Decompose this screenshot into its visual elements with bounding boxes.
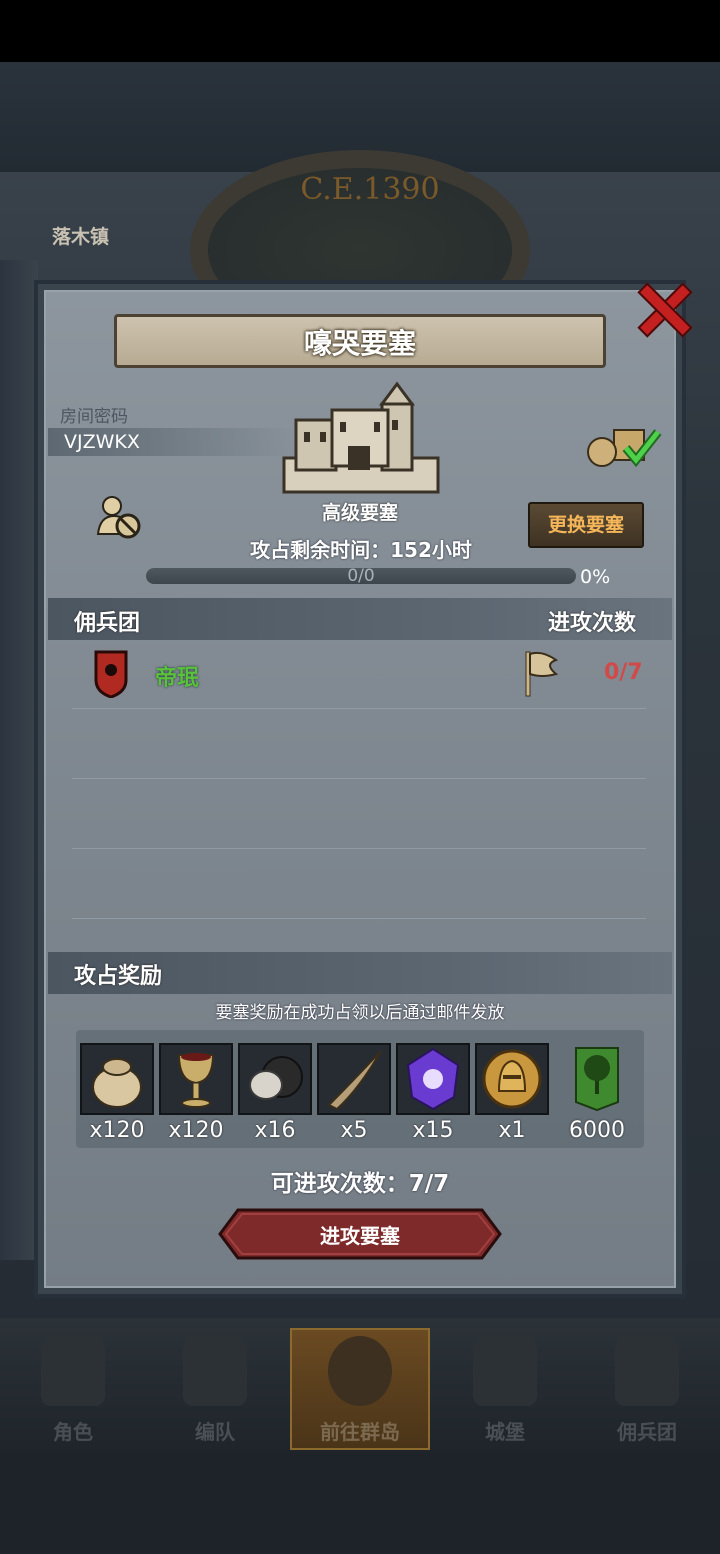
reward-quantity: x120 — [89, 1118, 145, 1143]
row-divider — [72, 918, 646, 919]
guild-attack-count: 0/7 — [604, 660, 643, 685]
reward-header: 攻占奖励 — [74, 964, 163, 989]
era-label: C.E.1390 — [300, 172, 440, 207]
change-fortress-button[interactable]: 更换要塞 — [528, 502, 644, 548]
progress-text: 0/0 — [347, 566, 375, 586]
reward-slot[interactable] — [238, 1043, 312, 1115]
supplies-ready-icon[interactable] — [586, 422, 662, 470]
purple-crystal-icon — [406, 1047, 460, 1111]
attempts-remaining: 可进攻次数：7/7 — [270, 1171, 450, 1197]
reward-slot[interactable] — [317, 1043, 391, 1115]
dialog-title: 嚎哭要塞 — [303, 327, 416, 360]
nav-item-character[interactable]: 角色 — [8, 1330, 138, 1448]
fortress-level: 高级要塞 — [321, 502, 398, 524]
status-bar — [0, 0, 720, 62]
reward-quantity: x1 — [498, 1118, 526, 1143]
close-button[interactable] — [632, 280, 693, 338]
mercenary-icon — [615, 1336, 679, 1406]
row-divider — [72, 708, 646, 709]
remaining-time: 攻占剩余时间：152小时 — [250, 538, 472, 562]
reward-quantity: x120 — [168, 1118, 224, 1143]
progress-percent: 0% — [580, 566, 611, 588]
row-divider — [72, 848, 646, 849]
fortress-icon — [282, 381, 440, 494]
mercenary-header: 佣兵团 — [74, 611, 141, 636]
bottom-nav-base — [0, 1454, 720, 1554]
knight-helmet-coin-icon — [482, 1049, 542, 1109]
nav-item-formation[interactable]: 编队 — [150, 1330, 280, 1448]
tree-banner-icon — [575, 1047, 619, 1112]
compass-icon — [328, 1336, 392, 1406]
reward-quantity: 6000 — [569, 1118, 625, 1143]
helmet-icon — [183, 1336, 247, 1406]
reward-slot[interactable] — [159, 1043, 233, 1115]
reward-slot[interactable] — [475, 1043, 549, 1115]
reward-quantity: x16 — [254, 1118, 296, 1143]
reward-slot[interactable] — [396, 1043, 470, 1115]
flag-icon — [525, 651, 558, 697]
grain-sack-icon — [92, 1058, 142, 1108]
knight-icon — [41, 1336, 105, 1406]
guild-shield-icon — [94, 650, 128, 698]
castle-icon — [473, 1336, 537, 1406]
reward-quantity: x15 — [412, 1118, 454, 1143]
nav-item-mercenary[interactable]: 佣兵团 — [582, 1330, 712, 1448]
nav-item-islands[interactable]: 前往群岛 — [290, 1328, 430, 1450]
reward-quantity: x5 — [340, 1118, 368, 1143]
guild-name[interactable]: 帝珉 — [155, 660, 199, 692]
reward-note: 要塞奖励在成功占领以后通过邮件发放 — [215, 1003, 505, 1023]
room-password-value: VJZWKX — [64, 431, 140, 453]
background-side-strip — [0, 260, 38, 1260]
attack-count-header: 进攻次数 — [548, 611, 637, 636]
reward-slot[interactable] — [80, 1043, 154, 1115]
goblet-icon — [177, 1053, 215, 1108]
nav-item-castle[interactable]: 城堡 — [440, 1330, 570, 1448]
no-visitors-icon[interactable] — [96, 494, 142, 540]
town-label: 落木镇 — [52, 226, 110, 248]
row-divider — [72, 778, 646, 779]
horn-icon — [327, 1050, 382, 1111]
room-password-label: 房间密码 — [60, 407, 128, 427]
ore-icon — [249, 1056, 303, 1100]
attack-fortress-label[interactable]: 进攻要塞 — [218, 1220, 502, 1249]
